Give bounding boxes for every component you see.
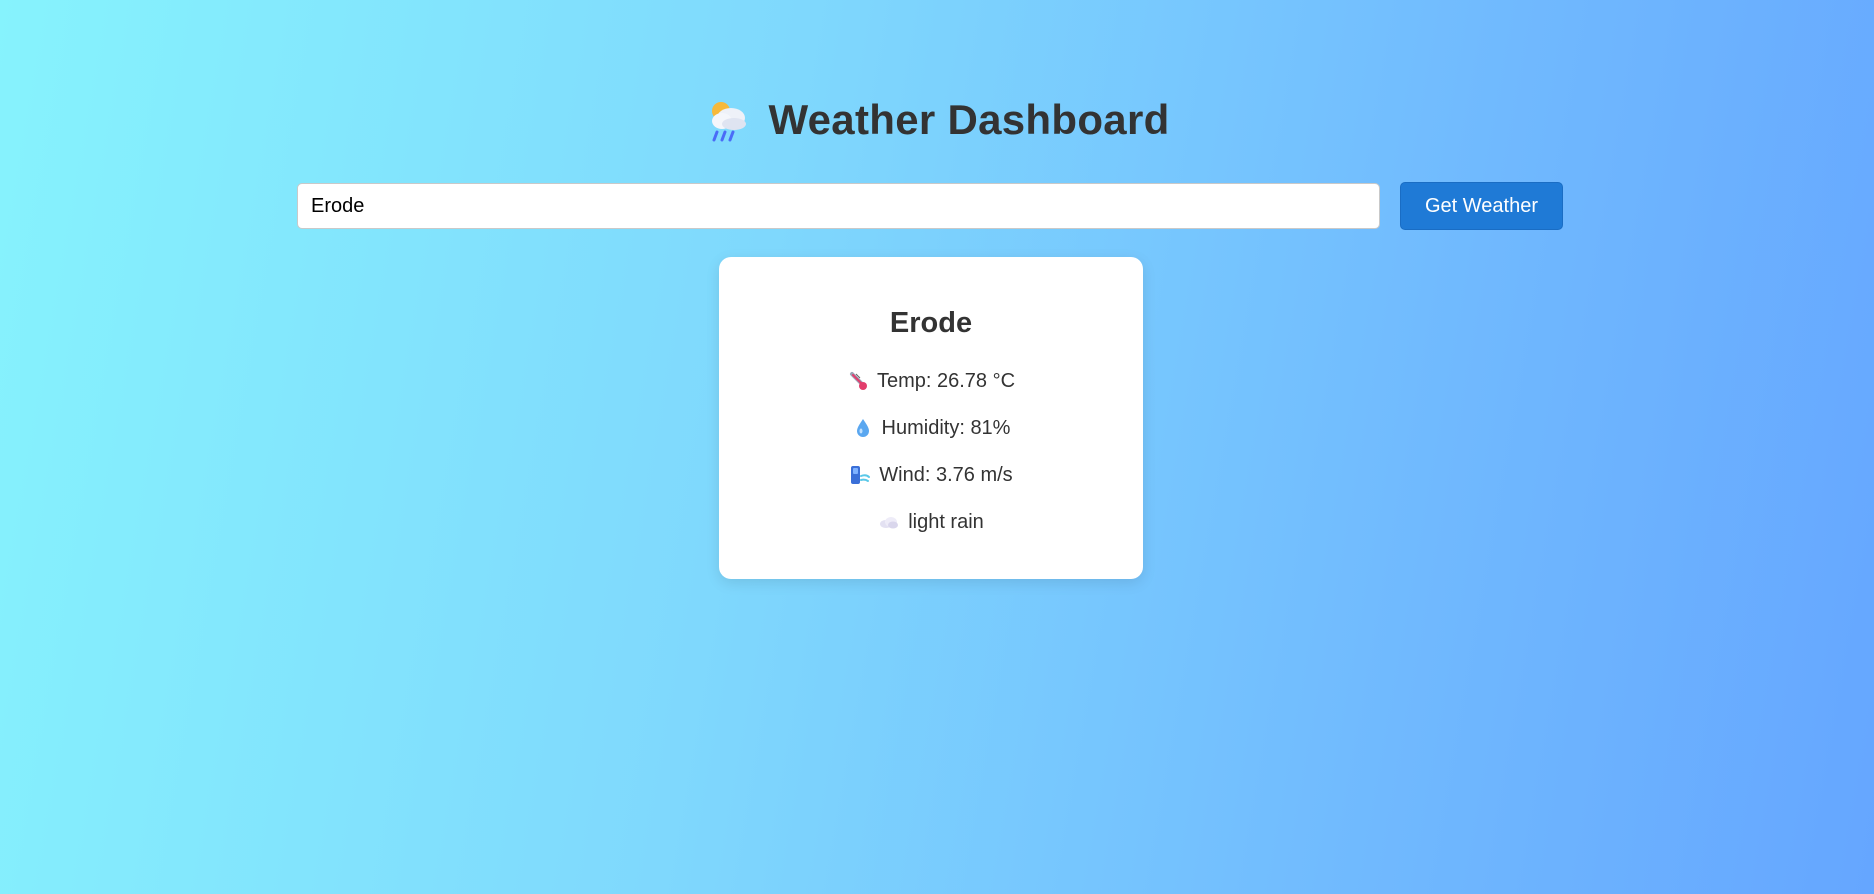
droplet-icon: [852, 417, 874, 439]
humidity-row: Humidity: 81%: [719, 414, 1143, 442]
description-text: light rain: [908, 510, 984, 533]
humidity-text: Humidity: 81%: [881, 416, 1011, 439]
search-row: Get Weather: [297, 182, 1563, 230]
page-title: Weather Dashboard: [768, 96, 1170, 143]
cloud-icon: [878, 511, 900, 533]
description-row: light rain: [719, 508, 1143, 536]
get-weather-button[interactable]: Get Weather: [1400, 182, 1563, 230]
temperature-text: Temp: 26.78 °C: [876, 369, 1016, 392]
city-name: Erode: [889, 307, 973, 339]
wind-text: Wind: 3.76 m/s: [879, 463, 1013, 486]
wind-row: Wind: 3.76 m/s: [719, 461, 1143, 489]
temperature-row: Temp: 26.78 °C: [719, 367, 1143, 395]
thermometer-icon: [847, 370, 869, 392]
wind-icon: [849, 464, 871, 486]
sun-behind-rain-cloud-icon: [704, 96, 752, 144]
city-search-input[interactable]: [297, 183, 1380, 229]
header: Weather Dashboard: [0, 92, 1874, 148]
weather-card: Erode Temp: 26.78 °C Humidity: 81% Wind:…: [719, 257, 1143, 579]
